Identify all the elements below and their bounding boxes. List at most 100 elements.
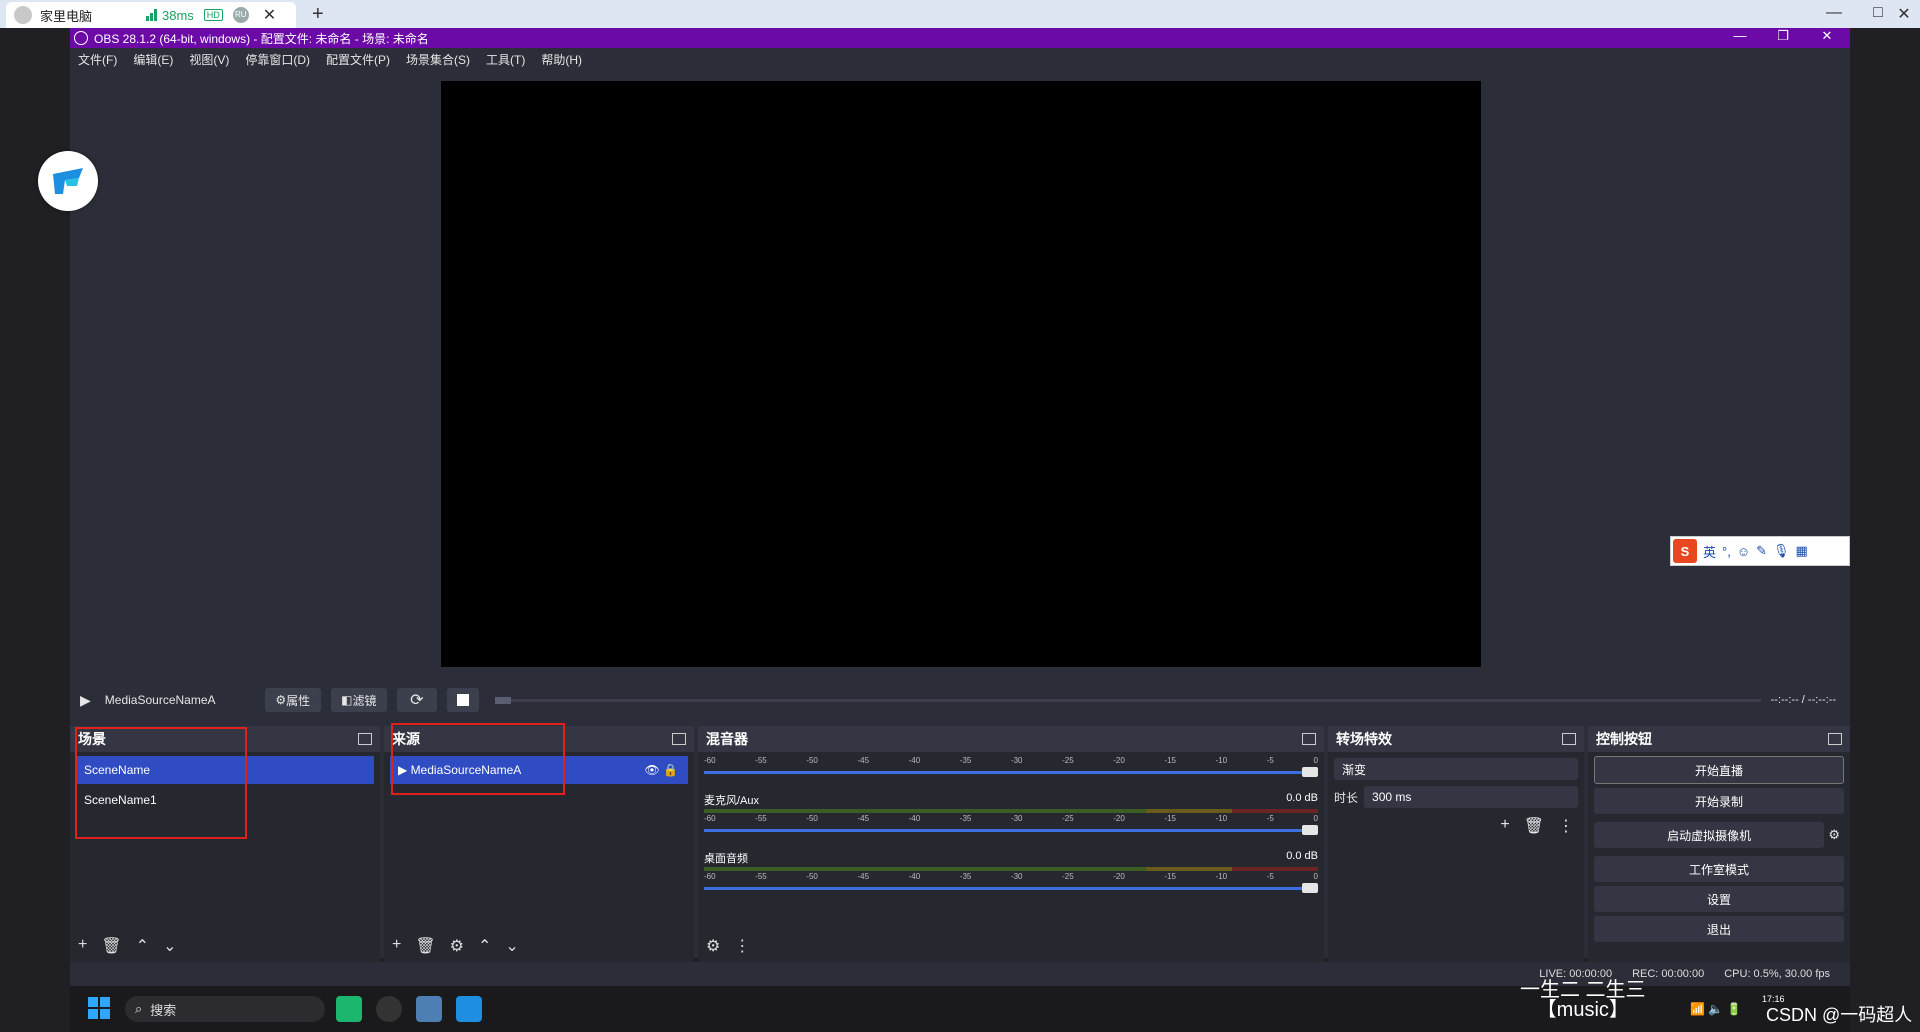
menu-profile[interactable]: 配置文件(P) [326, 51, 390, 68]
preview-canvas[interactable] [441, 81, 1481, 667]
remote-app-float-icon[interactable] [38, 151, 98, 211]
obs-taskbar-icon[interactable] [376, 996, 402, 1022]
close-tab-button[interactable]: ✕ [263, 5, 276, 25]
menu-dots-icon[interactable]: ⋮ [1558, 816, 1574, 836]
duration-row: 时长 300 ms [1334, 786, 1578, 808]
trash-icon[interactable]: 🗑 [101, 936, 121, 956]
minimize-button[interactable]: — [1820, 4, 1848, 22]
undock-icon[interactable] [672, 733, 686, 745]
undock-icon[interactable] [1828, 733, 1842, 745]
start-recording-button[interactable]: 开始录制 [1594, 788, 1844, 814]
slider-knob[interactable] [1302, 825, 1318, 835]
start-icon[interactable] [88, 997, 110, 1019]
duration-input[interactable]: 300 ms [1364, 786, 1578, 808]
scale-tick: -35 [959, 756, 972, 765]
up-icon[interactable]: ⌃ [136, 936, 149, 956]
mic-icon[interactable]: 🎙 [1773, 543, 1790, 559]
add-icon[interactable]: + [392, 936, 401, 956]
undock-icon[interactable] [1302, 733, 1316, 745]
button-label: 启动虚拟摄像机 [1667, 828, 1752, 843]
slider-knob[interactable] [1302, 767, 1318, 777]
restart-button[interactable]: ⟳ [396, 688, 437, 712]
filters-button[interactable]: ◧ 滤镜 [330, 688, 387, 712]
scale-tick: -20 [1113, 872, 1125, 881]
play-icon[interactable]: ▶ [80, 692, 91, 709]
obs-minimize-button[interactable]: — [1725, 28, 1755, 43]
ru-badge: RU [232, 7, 249, 23]
taskbar-search[interactable]: ⌕ 搜索 [125, 996, 325, 1022]
obs-restore-button[interactable]: ❐ [1768, 28, 1798, 44]
obs-close-button[interactable]: ✕ [1812, 28, 1842, 44]
lock-icon[interactable]: 🔒 [663, 763, 678, 777]
scale-tick: -30 [1010, 814, 1023, 823]
remote-taskbar-icon[interactable] [456, 996, 482, 1022]
down-icon[interactable]: ⌄ [505, 936, 518, 956]
add-icon[interactable]: + [78, 936, 87, 956]
scale-tick: -15 [1164, 756, 1176, 765]
trash-icon[interactable]: 🗑 [415, 936, 435, 956]
undock-icon[interactable] [358, 733, 372, 745]
close-window-button[interactable]: ✕ [1890, 4, 1918, 24]
maximize-button[interactable]: □ [1864, 4, 1892, 22]
start-virtual-camera-button[interactable]: 启动虚拟摄像机 [1594, 822, 1825, 848]
menu-help[interactable]: 帮助(H) [541, 51, 582, 68]
music-line-1: 一生二 二生三 [1520, 979, 1646, 1001]
down-icon[interactable]: ⌄ [163, 936, 176, 956]
menu-file[interactable]: 文件(F) [78, 51, 117, 68]
battery-icon: 🔋 [1726, 1002, 1742, 1016]
punctuation-icon[interactable]: °, [1722, 544, 1731, 559]
menu-dots-icon[interactable]: ⋮ [734, 936, 750, 956]
ime-language[interactable]: 英 [1703, 542, 1716, 561]
ime-toolbar: S 英 °, ☺ ✎ 🎙 ▦ [1670, 536, 1850, 566]
scale-tick: -25 [1062, 756, 1074, 765]
volume-slider[interactable] [704, 825, 1318, 835]
menu-scene-collection[interactable]: 场景集合(S) [406, 51, 470, 68]
volume-slider[interactable] [704, 883, 1318, 893]
menu-view[interactable]: 视图(V) [189, 51, 229, 68]
duration-label: 时长 [1334, 790, 1359, 805]
meter-scale: -60 -55 -50 -45 -40 -35 -30 -25 -20 -15 -10 -5 0 [698, 814, 1324, 823]
channel-name: 麦克风/Aux [704, 795, 760, 807]
menu-tools[interactable]: 工具(T) [486, 51, 525, 68]
emoji-icon[interactable]: ☺ [1737, 544, 1750, 559]
sources-highlight-box [391, 723, 565, 795]
button-label: 开始录制 [1694, 794, 1743, 809]
new-tab-button[interactable]: + [312, 3, 324, 26]
undock-icon[interactable] [1562, 733, 1576, 745]
grid-icon[interactable]: ▦ [1796, 543, 1808, 559]
trash-icon[interactable]: 🗑 [1524, 816, 1544, 836]
up-icon[interactable]: ⌃ [478, 936, 491, 956]
gear-icon[interactable]: ⚙ [1828, 827, 1840, 843]
eye-icon[interactable]: 👁 [644, 763, 659, 777]
pen-icon[interactable]: ✎ [1756, 543, 1767, 559]
studio-mode-button[interactable]: 工作室模式 [1594, 856, 1844, 882]
scale-tick: -40 [908, 872, 921, 881]
menu-docks[interactable]: 停靠窗口(D) [245, 51, 310, 68]
gear-icon[interactable]: ⚙ [450, 936, 464, 956]
tray-icons[interactable]: 📶 🔈 🔋 [1690, 1002, 1742, 1016]
remote-tab[interactable]: 家里电脑 38ms HD RU ✕ [6, 2, 296, 28]
volume-meter [704, 867, 1318, 871]
settings-button[interactable]: 设置 [1594, 886, 1844, 912]
exit-button[interactable]: 退出 [1594, 916, 1844, 942]
transition-toolbar: + 🗑 ⋮ [1338, 816, 1574, 836]
ime-logo[interactable]: S [1673, 539, 1697, 563]
scale-tick: -40 [908, 814, 921, 823]
pycharm-icon[interactable] [336, 996, 362, 1022]
app-taskbar-icon[interactable] [416, 996, 442, 1022]
cpu-status: CPU: 0.5%, 30.00 fps [1724, 968, 1830, 980]
start-streaming-button[interactable]: 开始直播 [1594, 756, 1844, 784]
scale-tick: -45 [857, 872, 870, 881]
scale-tick: -40 [908, 756, 921, 765]
transition-select[interactable]: 渐变 [1334, 758, 1578, 780]
seek-handle[interactable] [494, 696, 511, 704]
seek-bar[interactable] [494, 696, 1761, 704]
slider-knob[interactable] [1302, 883, 1318, 893]
add-icon[interactable]: + [1500, 816, 1509, 836]
volume-slider[interactable] [704, 767, 1318, 777]
advanced-audio-icon[interactable]: ⚙ [706, 936, 720, 956]
menu-edit[interactable]: 编辑(E) [133, 51, 173, 68]
scale-tick: -10 [1215, 756, 1228, 765]
properties-button[interactable]: ⚙ 属性 [264, 688, 321, 712]
stop-button[interactable] [446, 688, 479, 712]
